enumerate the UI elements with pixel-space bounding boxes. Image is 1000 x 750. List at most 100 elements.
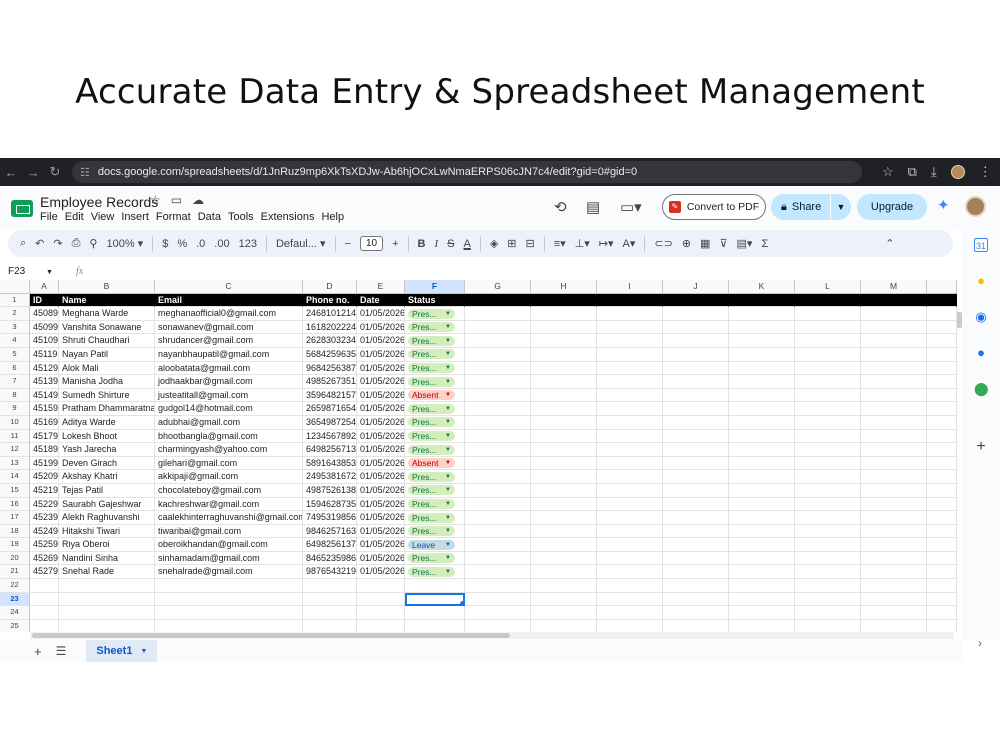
empty-cell[interactable]: [729, 375, 795, 389]
cell-name[interactable]: Riya Oberoi: [59, 538, 155, 552]
insert-comment-icon[interactable]: ⊕: [682, 237, 691, 250]
empty-cell[interactable]: [663, 551, 729, 566]
empty-cell[interactable]: [861, 334, 927, 348]
back-icon[interactable]: ←: [0, 165, 22, 180]
column-header[interactable]: G: [465, 280, 531, 294]
empty-cell[interactable]: [861, 320, 927, 335]
column-header[interactable]: K: [729, 280, 795, 294]
empty-cell[interactable]: [663, 388, 729, 403]
chevron-down-icon[interactable]: ▼: [445, 336, 451, 346]
empty-cell[interactable]: [597, 551, 663, 566]
menu-file[interactable]: File: [40, 211, 58, 223]
empty-cell[interactable]: [729, 483, 795, 498]
cell-name[interactable]: Akshay Khatri: [59, 470, 155, 484]
cell-status[interactable]: Pres... ▼: [405, 565, 465, 580]
cell-phone[interactable]: 6498256137: [303, 538, 357, 552]
empty-cell[interactable]: [531, 524, 597, 539]
cell-status[interactable]: Pres... ▼: [405, 470, 465, 484]
spreadsheet-grid[interactable]: A B C D E F G H I J K L M 1 ID Name Email Phone no. Date St…: [0, 280, 957, 632]
row-number[interactable]: 5: [0, 347, 30, 362]
empty-cell[interactable]: [861, 443, 927, 457]
header-cell[interactable]: Phone no.: [303, 293, 357, 308]
empty-cell[interactable]: [465, 415, 531, 430]
empty-cell[interactable]: [861, 524, 927, 539]
cell-status[interactable]: Pres... ▼: [405, 551, 465, 566]
empty-cell[interactable]: [465, 334, 531, 348]
filter-icon[interactable]: ⊽: [719, 237, 727, 250]
cell-id[interactable]: 45259: [30, 538, 59, 552]
empty-cell[interactable]: [465, 443, 531, 457]
empty-cell[interactable]: [795, 483, 861, 498]
empty-cell[interactable]: [729, 456, 795, 471]
empty-cell[interactable]: [729, 320, 795, 335]
empty-cell[interactable]: [795, 320, 861, 335]
cell-phone[interactable]: 5891643853: [303, 456, 357, 471]
vertical-align-icon[interactable]: ⊥▾: [575, 237, 590, 250]
empty-cell[interactable]: [795, 551, 861, 566]
move-folder-icon[interactable]: ▭: [171, 193, 182, 207]
cell-phone[interactable]: 9846257163: [303, 524, 357, 539]
empty-cell[interactable]: [59, 579, 155, 593]
empty-cell[interactable]: [861, 538, 927, 552]
chevron-down-icon[interactable]: ▼: [445, 377, 451, 387]
empty-cell[interactable]: [795, 524, 861, 539]
scrollbar-thumb[interactable]: [32, 633, 510, 638]
chevron-down-icon[interactable]: ▼: [445, 567, 451, 577]
text-rotation-icon[interactable]: A▾: [623, 237, 636, 250]
cell-date[interactable]: 01/05/2026: [357, 307, 405, 321]
empty-cell[interactable]: [531, 470, 597, 484]
column-header[interactable]: C: [155, 280, 303, 294]
empty-cell[interactable]: [861, 497, 927, 512]
empty-cell[interactable]: [795, 606, 861, 620]
chevron-down-icon[interactable]: ▼: [445, 445, 451, 455]
row-number[interactable]: 14: [0, 470, 30, 484]
row-number[interactable]: 12: [0, 443, 30, 457]
menu-edit[interactable]: Edit: [65, 211, 84, 223]
side-panel-toggle-icon[interactable]: ›: [978, 636, 982, 650]
empty-cell[interactable]: [405, 606, 465, 620]
empty-cell[interactable]: [597, 361, 663, 376]
empty-cell[interactable]: [795, 361, 861, 376]
column-header[interactable]: J: [663, 280, 729, 294]
cell-phone[interactable]: 1594628735: [303, 497, 357, 512]
status-chip[interactable]: Pres... ▼: [408, 335, 455, 346]
select-all-corner[interactable]: [0, 280, 30, 294]
empty-cell[interactable]: [663, 619, 729, 632]
empty-cell[interactable]: [597, 470, 663, 484]
cell-email[interactable]: caalekhinterraghuvanshi@gmail.com: [155, 511, 303, 525]
empty-cell[interactable]: [597, 619, 663, 632]
cell-name[interactable]: Hitakshi Tiwari: [59, 524, 155, 539]
empty-cell[interactable]: [729, 524, 795, 539]
empty-cell[interactable]: [465, 470, 531, 484]
cell-date[interactable]: 01/05/2026: [357, 361, 405, 376]
reload-icon[interactable]: ↻: [44, 164, 66, 180]
status-chip[interactable]: Pres... ▼: [408, 349, 455, 360]
horizontal-scrollbar[interactable]: [30, 632, 954, 639]
cell-date[interactable]: 01/05/2026: [357, 497, 405, 512]
chevron-down-icon[interactable]: ▼: [445, 553, 451, 563]
empty-cell[interactable]: [531, 388, 597, 403]
horizontal-align-icon[interactable]: ≡▾: [554, 237, 566, 250]
row-number[interactable]: 25: [0, 619, 30, 632]
empty-cell[interactable]: [663, 415, 729, 430]
empty-cell[interactable]: [597, 538, 663, 552]
status-chip[interactable]: Absent ▼: [408, 458, 455, 469]
print-icon[interactable]: ⎙: [72, 237, 81, 250]
row-number[interactable]: 6: [0, 361, 30, 376]
cell-name[interactable]: Deven Girach: [59, 456, 155, 471]
empty-cell[interactable]: [303, 579, 357, 593]
menu-icon[interactable]: ⋮: [979, 164, 992, 180]
menu-view[interactable]: View: [91, 211, 115, 223]
empty-cell[interactable]: [663, 606, 729, 620]
empty-cell[interactable]: [597, 592, 663, 607]
cell-date[interactable]: 01/05/2026: [357, 538, 405, 552]
cell-id[interactable]: 45229: [30, 497, 59, 512]
document-title[interactable]: Employee Records: [40, 194, 158, 210]
chevron-down-icon[interactable]: ▼: [445, 309, 451, 319]
empty-cell[interactable]: [59, 606, 155, 620]
meet-icon[interactable]: ▭▾: [620, 198, 642, 216]
empty-cell[interactable]: [597, 347, 663, 362]
cell-email[interactable]: shrudancer@gmail.com: [155, 334, 303, 348]
more-formats-button[interactable]: 123: [239, 238, 257, 250]
sheet-tab[interactable]: Sheet1 ▼: [86, 640, 158, 662]
